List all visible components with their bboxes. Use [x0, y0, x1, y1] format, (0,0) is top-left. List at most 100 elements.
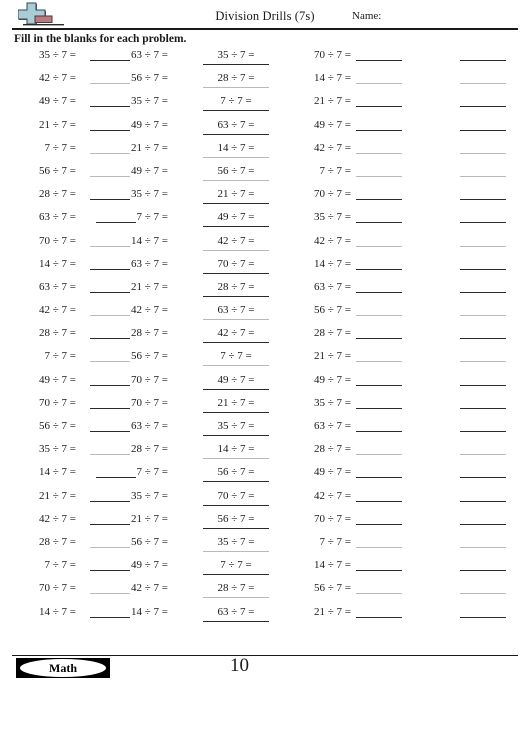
answer-blank[interactable] — [460, 431, 506, 432]
answer-blank[interactable]: 63 ÷ 7 = — [203, 604, 269, 622]
answer-blank[interactable] — [460, 152, 506, 154]
answer-blank[interactable] — [356, 616, 402, 618]
answer-blank[interactable]: 35 ÷ 7 = — [203, 47, 269, 65]
answer-blank[interactable] — [356, 222, 402, 224]
answer-blank[interactable]: 14 ÷ 7 = — [203, 441, 269, 460]
answer-blank[interactable] — [356, 315, 402, 317]
answer-blank[interactable]: 28 ÷ 7 = — [203, 279, 269, 297]
answer-blank[interactable] — [460, 222, 506, 224]
answer-blank[interactable] — [90, 152, 130, 154]
answer-blank[interactable] — [356, 477, 402, 479]
answer-blank[interactable] — [356, 152, 402, 154]
answer-blank[interactable] — [460, 60, 506, 61]
answer-blank[interactable] — [356, 129, 402, 131]
answer-blank[interactable] — [90, 361, 130, 363]
answer-blank[interactable] — [356, 431, 402, 432]
answer-blank[interactable]: 7 ÷ 7 = — [203, 93, 269, 112]
answer-blank[interactable] — [460, 268, 506, 270]
answer-blank[interactable] — [90, 570, 130, 572]
answer-blank[interactable] — [356, 175, 402, 177]
answer-blank[interactable]: 56 ÷ 7 = — [203, 511, 269, 529]
answer-blank[interactable]: 35 ÷ 7 = — [203, 534, 269, 552]
answer-blank[interactable]: 28 ÷ 7 = — [203, 70, 269, 89]
answer-blank[interactable]: 42 ÷ 7 = — [203, 325, 269, 344]
answer-blank[interactable]: 21 ÷ 7 = — [203, 395, 269, 413]
answer-blank[interactable]: 42 ÷ 7 = — [203, 233, 269, 251]
answer-blank[interactable] — [460, 291, 506, 293]
answer-blank[interactable] — [460, 199, 506, 201]
answer-blank[interactable] — [90, 60, 130, 61]
answer-blank[interactable] — [460, 407, 506, 409]
answer-blank[interactable]: 14 ÷ 7 = — [203, 140, 269, 158]
answer-blank[interactable] — [90, 338, 130, 340]
answer-blank[interactable] — [90, 523, 130, 525]
answer-blank[interactable] — [356, 407, 402, 409]
answer-blank[interactable] — [356, 83, 402, 85]
answer-blank[interactable] — [90, 454, 130, 456]
answer-blank[interactable] — [356, 454, 402, 456]
answer-blank[interactable] — [460, 477, 506, 479]
answer-blank[interactable] — [90, 616, 130, 618]
answer-blank[interactable] — [90, 431, 130, 432]
answer-blank[interactable] — [90, 500, 130, 502]
answer-blank[interactable]: 70 ÷ 7 = — [203, 256, 269, 274]
answer-blank[interactable] — [460, 245, 506, 247]
answer-blank[interactable] — [90, 384, 130, 386]
answer-blank[interactable] — [356, 245, 402, 247]
answer-blank[interactable] — [460, 361, 506, 363]
answer-blank[interactable] — [460, 83, 506, 85]
answer-blank[interactable] — [90, 245, 130, 247]
answer-blank[interactable] — [90, 593, 130, 595]
answer-blank[interactable] — [460, 129, 506, 131]
answer-blank[interactable] — [356, 268, 402, 270]
answer-blank[interactable] — [356, 570, 402, 572]
answer-blank[interactable]: 7 ÷ 7 = — [203, 348, 269, 367]
answer-blank[interactable] — [356, 338, 402, 340]
answer-blank[interactable] — [356, 361, 402, 363]
answer-blank[interactable]: 70 ÷ 7 = — [203, 488, 269, 506]
answer-blank[interactable] — [90, 268, 130, 270]
answer-blank[interactable]: 49 ÷ 7 = — [203, 209, 269, 228]
answer-blank[interactable] — [95, 222, 136, 224]
answer-blank[interactable] — [90, 546, 130, 548]
answer-blank[interactable] — [90, 106, 130, 108]
answer-blank[interactable]: 49 ÷ 7 = — [203, 372, 269, 390]
answer-blank[interactable]: 56 ÷ 7 = — [203, 163, 269, 181]
answer-blank[interactable] — [356, 291, 402, 293]
answer-blank[interactable] — [460, 315, 506, 317]
answer-blank[interactable] — [460, 175, 506, 177]
answer-blank[interactable] — [460, 384, 506, 386]
answer-blank[interactable] — [356, 106, 402, 108]
answer-blank[interactable] — [356, 523, 402, 525]
answer-blank[interactable]: 35 ÷ 7 = — [203, 418, 269, 436]
answer-blank[interactable]: 63 ÷ 7 = — [203, 117, 269, 135]
answer-blank[interactable] — [460, 546, 506, 548]
answer-blank[interactable] — [356, 199, 402, 201]
answer-blank[interactable] — [95, 477, 136, 479]
answer-blank[interactable] — [356, 546, 402, 548]
answer-blank[interactable] — [460, 593, 506, 595]
answer-blank[interactable] — [90, 407, 130, 409]
answer-blank[interactable] — [356, 500, 402, 502]
answer-blank[interactable] — [460, 570, 506, 572]
answer-blank[interactable] — [460, 454, 506, 456]
answer-blank[interactable]: 21 ÷ 7 = — [203, 186, 269, 205]
answer-blank[interactable]: 7 ÷ 7 = — [203, 557, 269, 576]
answer-blank[interactable] — [460, 500, 506, 502]
answer-blank[interactable] — [90, 129, 130, 131]
answer-blank[interactable] — [356, 60, 402, 61]
answer-blank[interactable]: 56 ÷ 7 = — [203, 464, 269, 483]
answer-blank[interactable] — [460, 338, 506, 340]
answer-blank[interactable] — [90, 83, 130, 85]
answer-blank[interactable] — [90, 199, 130, 201]
answer-blank[interactable] — [356, 593, 402, 595]
answer-blank[interactable]: 63 ÷ 7 = — [203, 302, 269, 321]
answer-blank[interactable] — [460, 523, 506, 525]
answer-blank[interactable] — [90, 291, 130, 293]
answer-blank[interactable] — [460, 106, 506, 108]
answer-blank[interactable] — [356, 384, 402, 386]
answer-blank[interactable] — [90, 175, 130, 177]
answer-blank[interactable] — [460, 616, 506, 618]
answer-blank[interactable]: 28 ÷ 7 = — [203, 580, 269, 599]
answer-blank[interactable] — [90, 315, 130, 317]
